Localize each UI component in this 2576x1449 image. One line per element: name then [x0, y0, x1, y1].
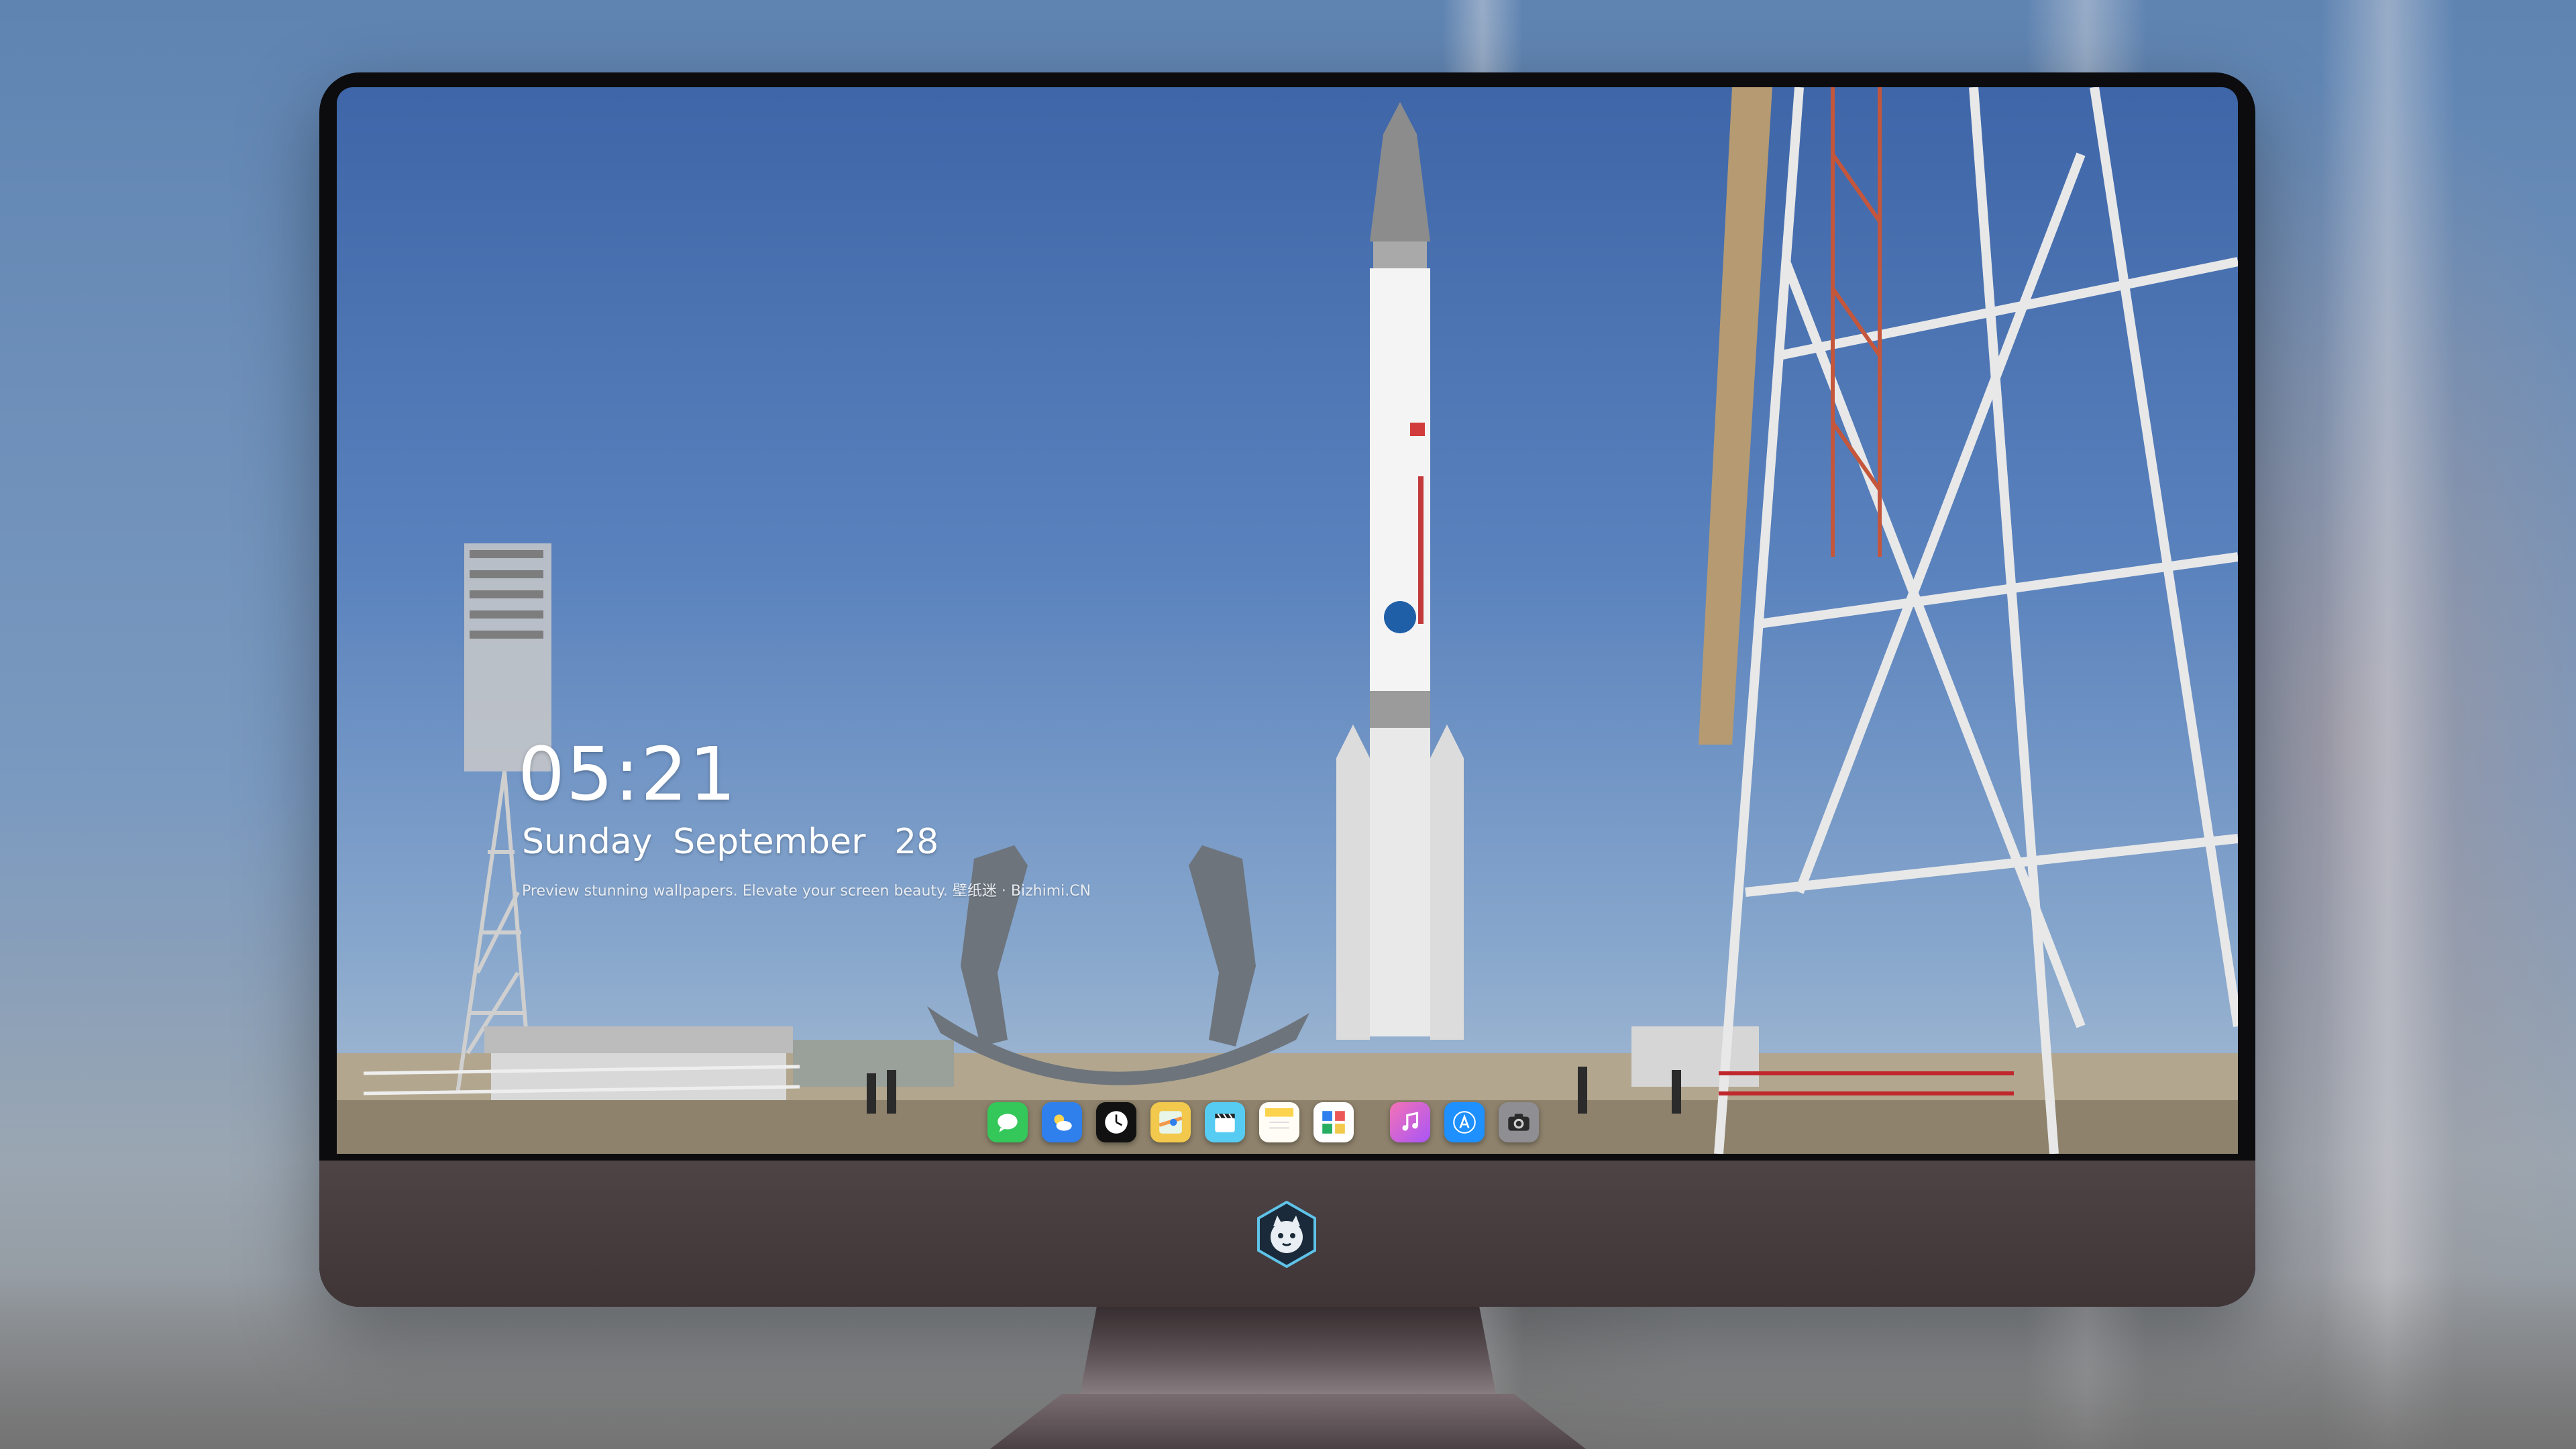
- date-day: 28: [894, 822, 939, 862]
- photos-icon[interactable]: [1313, 1102, 1354, 1142]
- wallpaper-caption: Preview stunning wallpapers. Elevate you…: [522, 883, 1091, 900]
- lockscreen-date: Sunday September 28: [522, 822, 938, 862]
- monitor-stand-neck: [1080, 1307, 1496, 1394]
- app-dock: [987, 1092, 1539, 1152]
- clips-icon[interactable]: [1205, 1102, 1245, 1142]
- date-month: September: [673, 822, 866, 862]
- desktop-screen: 05:21 Sunday September 28 Preview stunni…: [337, 87, 2238, 1154]
- rocket-launchpad-wallpaper: [337, 87, 2238, 1154]
- lockscreen-clock: 05:21: [518, 731, 738, 817]
- messages-icon[interactable]: [987, 1102, 1028, 1142]
- date-weekday: Sunday: [522, 822, 653, 862]
- blurred-pole: [2321, 0, 2455, 1449]
- monitor-stand-base: [990, 1394, 1586, 1449]
- cat-mascot-logo-icon: [1253, 1200, 1320, 1269]
- weather-icon[interactable]: [1042, 1102, 1082, 1142]
- maps-icon[interactable]: [1150, 1102, 1191, 1142]
- camera-icon[interactable]: [1499, 1102, 1539, 1142]
- app-store-icon[interactable]: [1444, 1102, 1485, 1142]
- notes-icon[interactable]: [1259, 1102, 1299, 1142]
- music-icon[interactable]: [1390, 1102, 1430, 1142]
- clock-icon[interactable]: [1096, 1102, 1136, 1142]
